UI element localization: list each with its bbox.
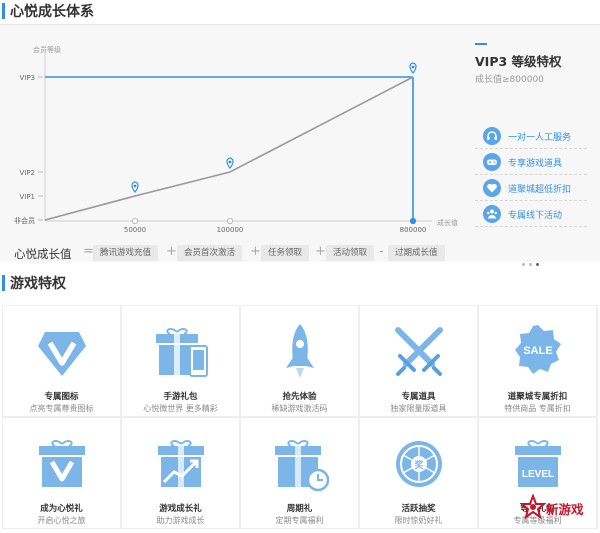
carousel-dots[interactable] xyxy=(522,251,543,270)
privilege-desc: 限时惊奶好礼 xyxy=(394,516,443,525)
formula-minus: - xyxy=(379,244,384,259)
group-icon xyxy=(483,205,501,223)
x-tick-marker xyxy=(226,217,234,225)
gift-growth-icon xyxy=(158,440,204,487)
sale-text: SALE xyxy=(523,345,552,357)
level-pin-dot xyxy=(228,160,232,164)
privilege-cell[interactable]: SALE 道聚城专属折扣 特供商品 专属折扣 xyxy=(479,306,596,416)
growth-curve xyxy=(44,76,414,221)
formula-plus: + xyxy=(166,244,177,259)
y-tick-label: 非会员 xyxy=(14,216,35,225)
gamepad-icon xyxy=(483,153,501,171)
level-pin-dot xyxy=(133,184,137,188)
x-tick-label: 50000 xyxy=(124,226,146,234)
y-tick-label: VIP1 xyxy=(19,193,35,201)
vip-requirement: 成长值≥800000 xyxy=(475,75,544,85)
level-text: LEVEL xyxy=(522,469,554,480)
star-logo-icon xyxy=(520,494,546,520)
formula-item: 活动领取 xyxy=(326,245,375,261)
formula-item: 过期成长值 xyxy=(388,245,445,261)
perk-item[interactable]: 专属线下活动 xyxy=(475,203,587,227)
y-axis-title: 会员等级 xyxy=(33,45,61,54)
formula-item: 会员首次激活 xyxy=(177,245,243,261)
x-axis-title: 成长值 xyxy=(437,218,458,227)
privilege-title: 专属道具 xyxy=(401,392,436,402)
lottery-wheel-icon: 奖 xyxy=(396,441,442,487)
heart-tag-icon xyxy=(483,179,501,197)
gift-phone-icon xyxy=(156,328,208,377)
x-tick-marker xyxy=(131,217,139,225)
privilege-desc: 特供商品 专属折扣 xyxy=(504,404,571,413)
x-tick-label: 800000 xyxy=(400,226,427,234)
privilege-desc: 独家限量版道具 xyxy=(390,404,447,413)
diamond-v-icon xyxy=(38,332,86,376)
perk-item[interactable]: 一对一人工服务 xyxy=(475,125,587,149)
privilege-desc: 点亮专属尊贵图标 xyxy=(29,404,94,413)
privilege-title: 道聚城专属折扣 xyxy=(507,392,568,402)
growth-chart: 会员等级成长值 非会员 VIP1 VIP2 VIP3 50000 100000 800000 xyxy=(14,45,458,234)
privilege-desc: 开启心悦之旅 xyxy=(37,516,86,525)
privilege-desc: 定期专属福利 xyxy=(275,516,324,525)
privilege-title: 抢先体验 xyxy=(282,392,317,402)
privilege-cell[interactable]: 专属图标 点亮专属尊贵图标 xyxy=(3,306,120,416)
headset-icon xyxy=(483,127,501,145)
section-accent-bar xyxy=(2,275,5,291)
formula-item: 任务领取 xyxy=(261,245,310,261)
privilege-cell[interactable]: 专属道具 独家限量版道具 xyxy=(360,306,477,416)
carousel-dot[interactable] xyxy=(522,263,525,266)
privilege-cell[interactable]: 手游礼包 心悦微世界 更多精彩 xyxy=(122,306,239,416)
privilege-cell[interactable]: 奖 活跃抽奖 限时惊奶好礼 xyxy=(360,418,477,528)
privilege-title: 游戏成长礼 xyxy=(159,504,202,514)
crossed-swords-icon xyxy=(395,327,443,376)
privilege-title: 活跃抽奖 xyxy=(401,504,436,514)
formula-label: 心悦成长值 xyxy=(14,247,72,261)
y-tick-label: VIP2 xyxy=(19,169,35,177)
carousel-dot-active[interactable] xyxy=(536,263,539,266)
watermark-text: 新游戏 xyxy=(546,502,584,517)
watermark-badge: 新游戏 xyxy=(518,494,598,526)
privilege-cell[interactable]: 周期礼 定期专属福利 xyxy=(241,418,358,528)
formula-item: 腾讯游戏充值 xyxy=(93,245,159,261)
perk-label: 专享游戏道具 xyxy=(508,159,563,169)
vip-privilege-panel: VIP3 等级特权 成长值≥800000 一对一人工服务 专享游戏道具 道聚城超… xyxy=(475,43,587,227)
privilege-grid: 专属图标 点亮专属尊贵图标 手游礼包 心悦微世界 更多精彩 抢先体验 稀缺游戏激… xyxy=(2,305,598,529)
x-tick-marker xyxy=(409,217,417,225)
perk-label: 专属线下活动 xyxy=(508,211,563,221)
perk-item[interactable]: 道聚城超低折扣 xyxy=(475,177,587,201)
rocket-icon xyxy=(286,324,314,378)
growth-panel: 会员等级 成长值 非会员 VIP1 VIP2 VIP3 50000 100000 800000 … xyxy=(0,24,600,266)
growth-section-header: 心悦成长体系 xyxy=(0,0,600,22)
privilege-cell[interactable]: 游戏成长礼 助力游戏成长 xyxy=(122,418,239,528)
privilege-desc: 稀缺游戏激活码 xyxy=(271,404,328,413)
privilege-section-header: 游戏特权 xyxy=(0,272,600,294)
section-accent-bar xyxy=(2,3,5,19)
privilege-cell[interactable]: 成为心悦礼 开启心悦之旅 xyxy=(3,418,120,528)
perk-label: 道聚城超低折扣 xyxy=(508,185,572,195)
vip-title-accent xyxy=(475,43,487,45)
gift-clock-icon xyxy=(275,440,330,492)
privilege-desc: 助力游戏成长 xyxy=(156,516,205,525)
y-tick-label: VIP3 xyxy=(19,74,35,82)
privilege-title: 周期礼 xyxy=(286,504,313,514)
formula-plus: + xyxy=(250,244,261,259)
x-tick-label: 100000 xyxy=(217,226,244,234)
privilege-section-title: 游戏特权 xyxy=(10,276,66,292)
carousel-dot[interactable] xyxy=(529,263,532,266)
level-pin-dot xyxy=(411,65,415,69)
gift-level-icon: LEVEL xyxy=(515,440,561,487)
growth-section-title: 心悦成长体系 xyxy=(10,4,94,20)
perk-item[interactable]: 专享游戏道具 xyxy=(475,151,587,175)
privilege-title: 成为心悦礼 xyxy=(40,504,83,514)
perk-label: 一对一人工服务 xyxy=(508,133,572,143)
formula-plus: + xyxy=(315,244,326,259)
sale-badge-icon: SALE xyxy=(515,325,561,374)
privilege-desc: 心悦微世界 更多精彩 xyxy=(143,404,218,413)
vip-title: VIP3 等级特权 xyxy=(475,54,562,69)
gift-v-icon xyxy=(39,440,85,487)
wheel-text: 奖 xyxy=(414,459,424,471)
privilege-title: 专属图标 xyxy=(44,392,79,402)
privilege-title: 手游礼包 xyxy=(163,392,198,402)
privilege-cell[interactable]: 抢先体验 稀缺游戏激活码 xyxy=(241,306,358,416)
